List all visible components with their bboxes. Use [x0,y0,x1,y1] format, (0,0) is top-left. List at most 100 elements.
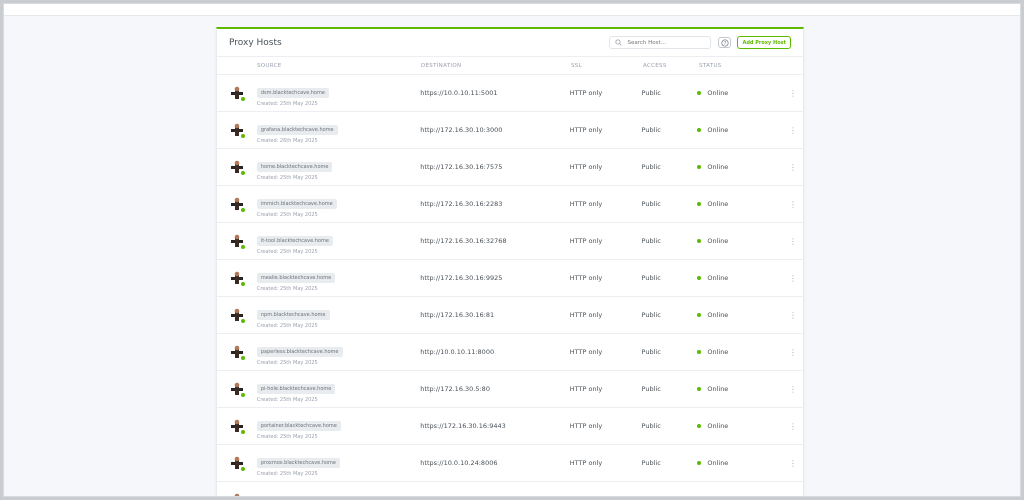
created-date: Created: 25th May 2025 [256,397,318,403]
destination: http://172.16.30.16:7575 [420,163,503,171]
domain-tag[interactable]: immich.blacktechcave.home [256,199,337,209]
domain-tag[interactable]: pi-hole.blacktechcave.home [256,384,336,394]
access-value: Public [641,126,661,134]
domain-tag[interactable]: dsm.blacktechcave.home [256,88,329,98]
online-indicator [239,318,246,324]
created-date: Created: 25th May 2025 [256,175,318,181]
more-vertical-icon[interactable]: ⋮ [783,200,803,209]
table-row[interactable]: portainer.blacktechcave.home Created: 25t… [217,408,803,445]
user-avatar-icon [228,418,246,435]
domain-tag[interactable]: portainer.blacktechcave.home [256,421,341,431]
online-indicator [239,96,246,102]
status-cell: Online [697,89,783,97]
created-date: Created: 25th May 2025 [256,286,318,292]
table-row[interactable]: paperless.blacktechcave.home Created: 25t… [217,334,803,371]
table-row[interactable]: grafana.blacktechcave.home Created: 26th … [217,112,803,149]
status-dot-icon [697,313,702,317]
access-value: Public [641,200,661,208]
table-row[interactable]: it-tool.blacktechcave.home Created: 25th … [217,223,803,260]
domain-tag[interactable]: it-tool.blacktechcave.home [256,236,333,246]
help-button[interactable]: ? [718,37,732,48]
more-vertical-icon[interactable]: ⋮ [783,126,803,135]
user-avatar-icon [228,85,246,102]
destination: https://172.16.30.16:9443 [420,422,506,430]
domain-tag[interactable]: npm.blacktechcave.home [256,310,330,320]
table-row[interactable]: proxmox.blacktechcave.home Created: 25th … [217,445,803,482]
table-row[interactable]: mealie.blacktechcave.home Created: 25th M… [217,260,803,297]
user-avatar-icon [228,122,246,139]
destination: https://10.0.10.11:5001 [420,89,498,97]
status-dot-icon [697,424,702,428]
add-proxy-host-button[interactable]: Add Proxy Host [737,36,791,49]
status-cell: Online [697,422,783,430]
domain-tag[interactable]: mealie.blacktechcave.home [256,273,336,283]
created-date: Created: 25th May 2025 [256,360,318,366]
more-vertical-icon[interactable]: ⋮ [783,274,803,283]
created-date: Created: 25th May 2025 [256,249,318,255]
user-avatar-icon [228,492,245,496]
table-row[interactable]: dsm.blacktechcave.home Created: 25th May … [217,75,803,112]
domain-tag[interactable]: grafana.blacktechcave.home [256,125,338,135]
table-row[interactable]: immich.blacktechcave.home Created: 25th M… [217,186,803,223]
online-indicator [239,244,246,250]
status-cell: Online [697,237,783,245]
online-indicator [239,281,246,287]
col-ssl: SSL [571,62,582,69]
online-indicator [239,355,246,361]
status-dot-icon [697,239,702,243]
ssl-value: HTTP only [569,422,603,430]
status-text: Online [707,311,729,319]
user-avatar-icon [228,159,246,176]
created-date: Created: 25th May 2025 [256,101,318,107]
domain-tag[interactable]: proxmox.blacktechcave.home [256,458,341,468]
domain-tag[interactable]: paperless.blacktechcave.home [256,347,343,357]
domain-tag[interactable]: home.blacktechcave.home [256,162,333,172]
top-bar [4,4,1020,16]
table-row[interactable]: router.blacktechcave.home [217,482,803,496]
destination: http://172.16.30.16:81 [420,311,495,319]
ssl-value: HTTP only [569,348,603,356]
status-text: Online [707,274,729,282]
more-vertical-icon[interactable]: ⋮ [783,311,803,320]
user-avatar-icon [228,270,246,287]
access-value: Public [641,274,661,282]
access-value: Public [641,163,661,171]
status-cell: Online [697,348,783,356]
more-vertical-icon[interactable]: ⋮ [783,348,803,357]
proxy-hosts-card: Proxy Hosts ? Add Proxy Host SOURCE DEST… [216,27,804,496]
more-vertical-icon[interactable]: ⋮ [783,422,803,431]
created-date: Created: 26th May 2025 [256,138,318,144]
page-title: Proxy Hosts [229,37,282,48]
access-value: Public [641,89,661,97]
search-box[interactable] [609,36,712,49]
online-indicator [239,392,246,398]
more-vertical-icon[interactable]: ⋮ [783,385,803,394]
status-text: Online [707,385,729,393]
status-cell: Online [697,274,783,282]
table-header: SOURCE DESTINATION SSL ACCESS STATUS [217,57,803,75]
search-input[interactable] [627,39,708,46]
status-dot-icon [697,461,702,465]
user-avatar-icon [228,307,246,324]
destination: http://172.16.30.16:9925 [420,274,503,282]
more-vertical-icon[interactable]: ⋮ [783,459,803,468]
status-cell: Online [697,126,783,134]
more-vertical-icon[interactable]: ⋮ [783,89,803,98]
ssl-value: HTTP only [569,274,603,282]
more-vertical-icon[interactable]: ⋮ [783,163,803,172]
ssl-value: HTTP only [569,126,603,134]
status-dot-icon [697,91,702,95]
access-value: Public [641,385,661,393]
col-status: STATUS [699,62,722,69]
status-cell: Online [697,459,783,467]
more-vertical-icon[interactable]: ⋮ [783,237,803,246]
user-avatar-icon [228,233,246,250]
ssl-value: HTTP only [569,237,603,245]
ssl-value: HTTP only [569,385,603,393]
ssl-value: HTTP only [569,200,603,208]
table-row[interactable]: pi-hole.blacktechcave.home Created: 25th … [217,371,803,408]
access-value: Public [641,237,661,245]
table-row[interactable]: home.blacktechcave.home Created: 25th May… [217,149,803,186]
table-row[interactable]: npm.blacktechcave.home Created: 25th May … [217,297,803,334]
status-cell: Online [697,385,783,393]
